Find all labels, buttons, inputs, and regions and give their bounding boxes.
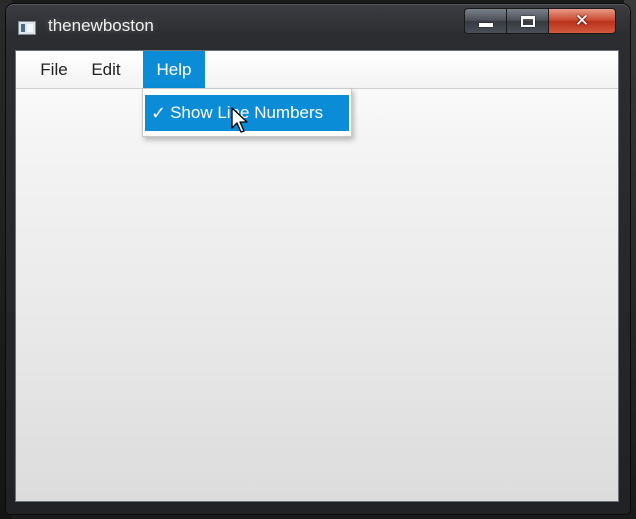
mouse-pointer-icon (231, 107, 248, 133)
menu-edit[interactable]: Edit (80, 51, 132, 88)
menu-bar: File Edit Help (16, 51, 618, 89)
caption-buttons: ✕ (464, 8, 616, 36)
close-icon: ✕ (574, 10, 590, 31)
window-title: thenewboston (48, 16, 154, 35)
close-button[interactable]: ✕ (548, 8, 616, 34)
checkmark-icon: ✓ (151, 102, 167, 124)
maximize-button[interactable] (506, 8, 548, 34)
minimize-icon (478, 23, 493, 27)
title-bar[interactable]: thenewboston ✕ (6, 4, 630, 48)
menu-help[interactable]: Help (143, 51, 205, 88)
minimize-button[interactable] (464, 8, 506, 34)
menu-file[interactable]: File (30, 51, 78, 88)
window-client-area: File Edit Help ✓ Show Line Numbers (15, 50, 619, 502)
app-window: thenewboston ✕ File Edit Help ✓ Show Lin… (6, 4, 630, 514)
window-app-icon[interactable] (18, 21, 36, 35)
maximize-icon (520, 15, 535, 27)
